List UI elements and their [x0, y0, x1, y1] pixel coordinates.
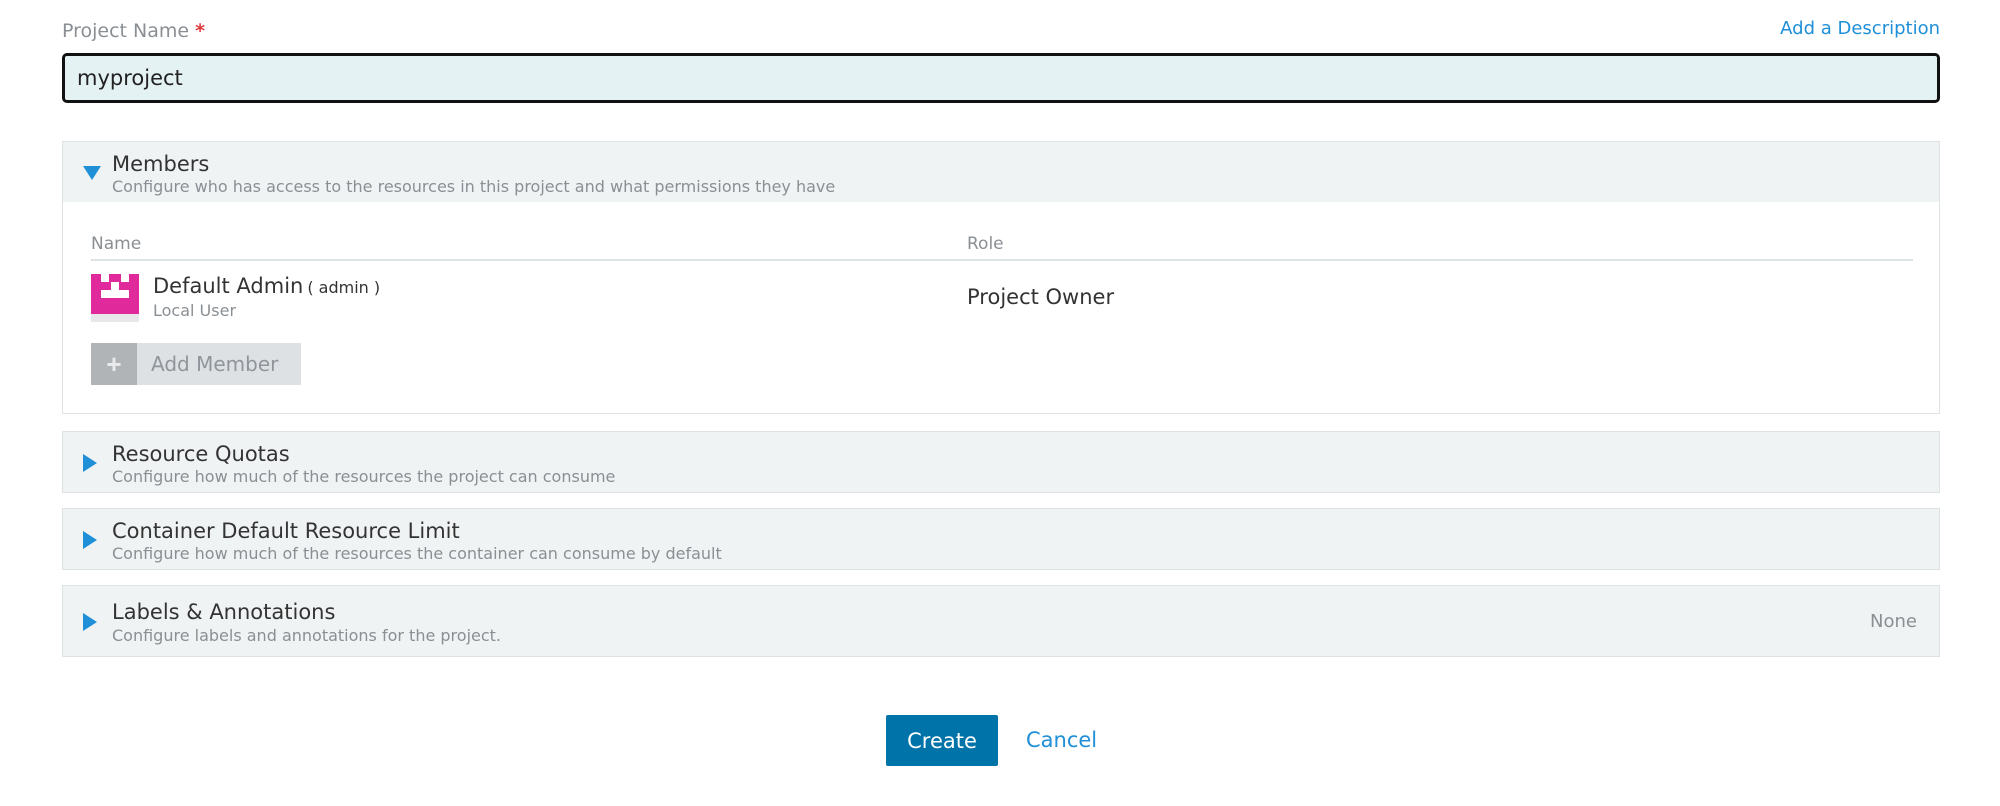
members-section-header[interactable]: Members Configure who has access to the …: [62, 141, 1940, 203]
container-limit-subtitle: Configure how much of the resources the …: [112, 544, 722, 563]
project-name-label-text: Project Name: [62, 20, 190, 42]
member-login: ( admin ): [307, 278, 381, 297]
role-column-header: Role: [967, 234, 1004, 254]
member-type: Local User: [153, 301, 237, 320]
container-limit-section[interactable]: Container Default Resource Limit Configu…: [62, 508, 1940, 570]
labels-annotations-title: Labels & Annotations: [112, 600, 336, 624]
project-name-label-row: Project Name * Add a Description: [62, 18, 1940, 44]
members-subtitle: Configure who has access to the resource…: [112, 177, 836, 196]
resource-quotas-title: Resource Quotas: [112, 442, 290, 466]
members-title: Members: [112, 152, 210, 176]
header-divider: [91, 259, 1913, 261]
members-panel: Name Role Default Admin( admin ) Local U…: [62, 202, 1940, 414]
add-member-label: Add Member: [151, 352, 279, 376]
labels-annotations-value: None: [1870, 611, 1917, 632]
required-marker: *: [195, 20, 206, 42]
cancel-link[interactable]: Cancel: [1026, 728, 1097, 752]
add-member-button[interactable]: + Add Member: [91, 343, 301, 385]
user-avatar-icon: [91, 274, 139, 322]
container-limit-title: Container Default Resource Limit: [112, 519, 460, 543]
add-description-link[interactable]: Add a Description: [1780, 18, 1940, 39]
project-name-input[interactable]: [62, 53, 1940, 103]
project-name-label: Project Name *: [62, 20, 205, 42]
resource-quotas-section[interactable]: Resource Quotas Configure how much of th…: [62, 431, 1940, 493]
labels-annotations-section[interactable]: Labels & Annotations Configure labels an…: [62, 585, 1940, 657]
expand-triangle-icon[interactable]: [83, 531, 97, 549]
name-column-header: Name: [91, 234, 142, 254]
collapse-triangle-icon[interactable]: [83, 166, 101, 180]
create-button[interactable]: Create: [886, 715, 998, 766]
expand-triangle-icon[interactable]: [83, 454, 97, 472]
expand-triangle-icon[interactable]: [83, 613, 97, 631]
member-display-name: Default Admin: [153, 274, 304, 298]
labels-annotations-subtitle: Configure labels and annotations for the…: [112, 626, 502, 645]
plus-icon: +: [91, 343, 137, 385]
resource-quotas-subtitle: Configure how much of the resources the …: [112, 467, 616, 486]
member-role[interactable]: Project Owner: [967, 285, 1114, 309]
member-name: Default Admin( admin ): [153, 274, 380, 298]
